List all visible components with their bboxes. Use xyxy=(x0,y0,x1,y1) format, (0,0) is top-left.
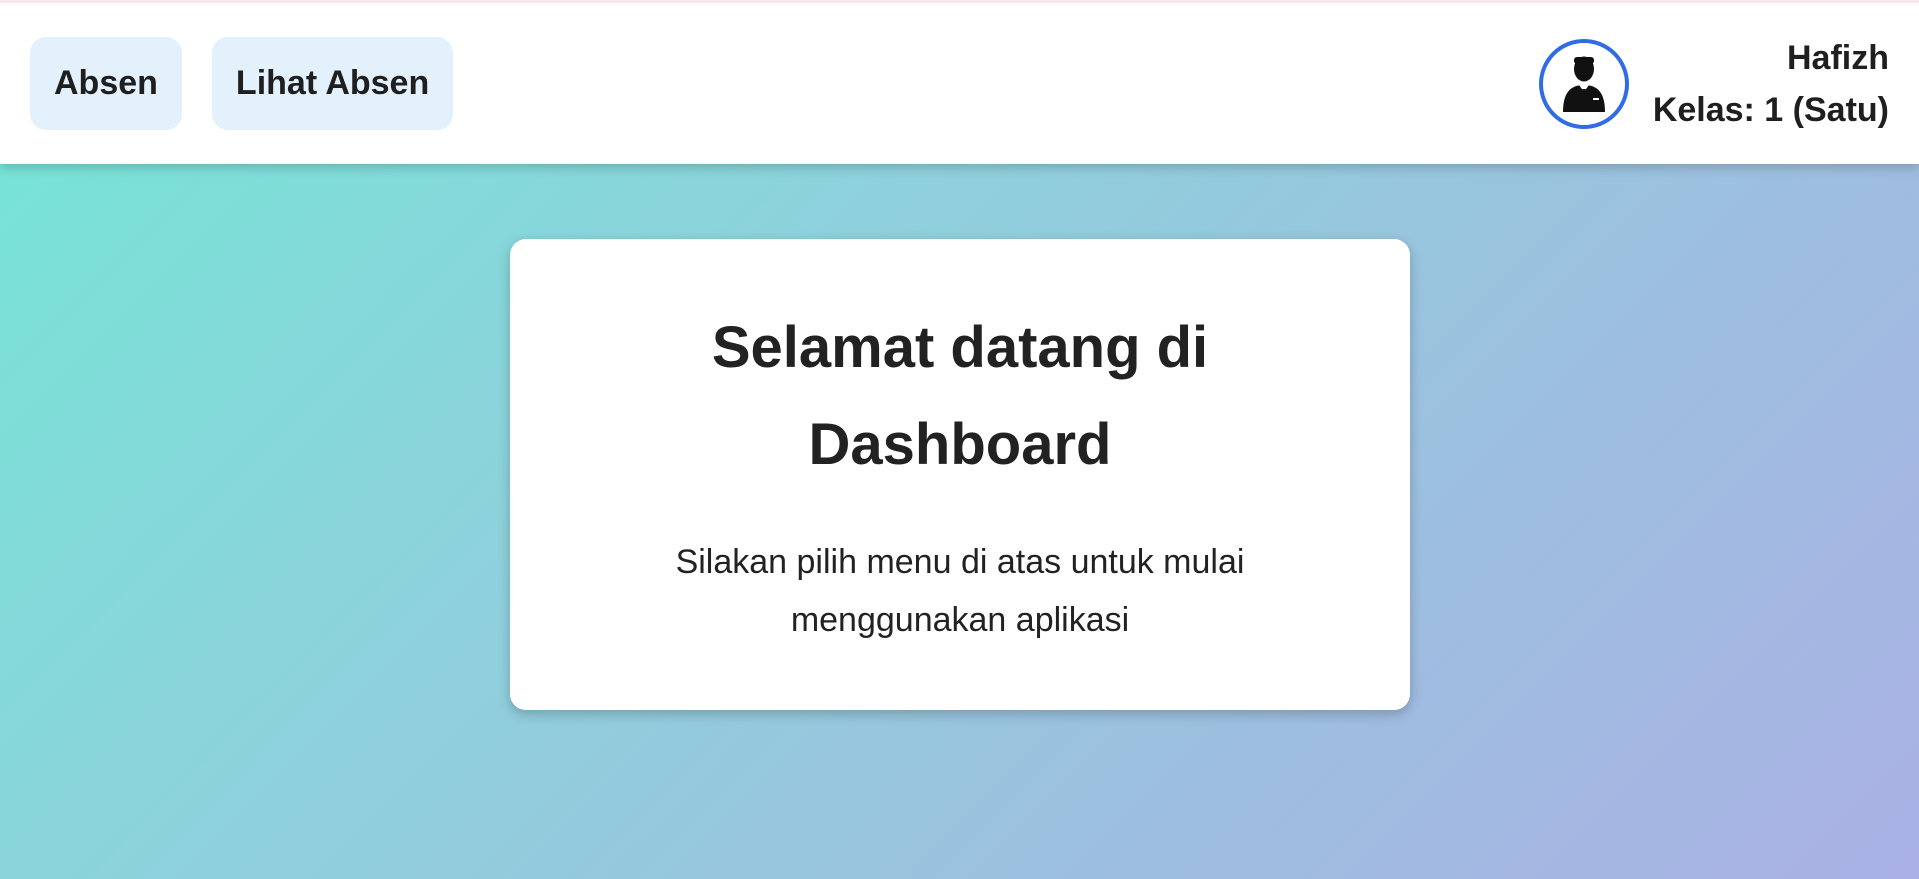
absen-button[interactable]: Absen xyxy=(30,37,182,130)
main-nav: Absen Lihat Absen xyxy=(30,37,454,130)
lihat-absen-button[interactable]: Lihat Absen xyxy=(211,37,454,130)
user-profile: Hafizh Kelas: 1 (Satu) xyxy=(1538,32,1889,136)
welcome-message: Silakan pilih menu di atas untuk mulai m… xyxy=(675,543,1245,639)
user-info: Hafizh Kelas: 1 (Satu) xyxy=(1653,32,1889,136)
person-suit-icon xyxy=(1562,56,1605,112)
top-navbar: Absen Lihat Absen Hafizh Kelas: 1 (Satu) xyxy=(0,0,1919,164)
welcome-card: Selamat datang di Dashboard Silakan pili… xyxy=(510,239,1410,710)
avatar[interactable] xyxy=(1538,38,1629,129)
welcome-title: Selamat datang di Dashboard xyxy=(711,315,1209,477)
user-name: Hafizh xyxy=(1787,38,1889,77)
user-class: Kelas: 1 (Satu) xyxy=(1652,90,1889,129)
